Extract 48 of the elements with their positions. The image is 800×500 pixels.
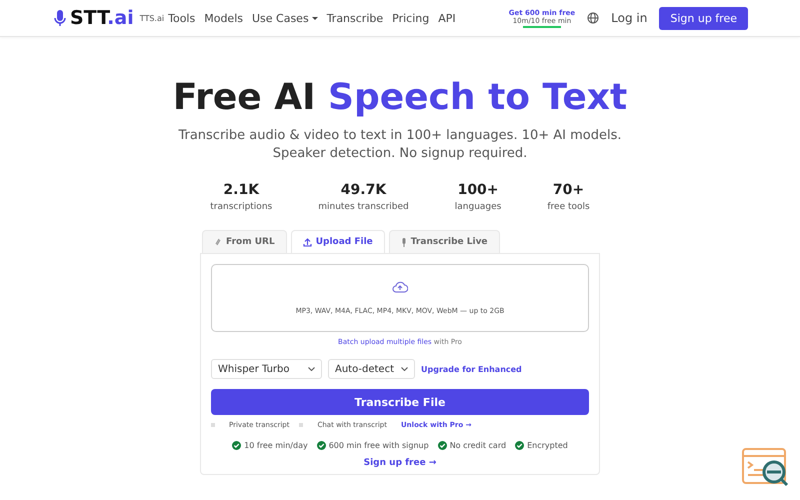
feature-text: Encrypted xyxy=(527,441,568,450)
check-icon xyxy=(316,441,326,450)
signup-button[interactable]: Sign up free xyxy=(659,6,748,30)
upload-icon xyxy=(302,238,312,246)
nav-link[interactable]: Tools xyxy=(168,12,196,24)
stat-value: 2.1K xyxy=(223,182,260,198)
hero-title: Free AI Speech to Text xyxy=(172,77,628,119)
stat-label: minutes transcribed xyxy=(318,202,409,212)
usage-underline xyxy=(522,26,561,28)
transcribe-button[interactable]: Transcribe File xyxy=(211,389,589,415)
cloud-upload-icon xyxy=(392,281,408,293)
globe-icon[interactable] xyxy=(587,12,600,24)
feature-text: No credit card xyxy=(450,441,506,450)
stat-value: 49.7K xyxy=(340,182,386,198)
feature-text: 10 free min/day xyxy=(244,441,308,450)
chevron-down-icon xyxy=(401,367,408,371)
link-icon xyxy=(214,238,222,246)
nav-link[interactable]: Use Cases xyxy=(252,12,318,24)
dropdown-select[interactable]: Auto-detect xyxy=(328,359,415,379)
upgrade-link[interactable]: Upgrade for Enhanced xyxy=(421,364,522,374)
feature-text: 600 min free with signup xyxy=(328,441,429,450)
nav-link[interactable]: API xyxy=(438,12,456,24)
nav-link[interactable]: Models xyxy=(204,12,243,24)
stat-label: languages xyxy=(454,202,502,212)
dropdown-select[interactable]: Whisper Turbo xyxy=(211,359,322,379)
tab[interactable]: Upload File xyxy=(290,230,385,253)
checkbox[interactable] xyxy=(211,423,215,427)
nav-link[interactable]: Pricing xyxy=(392,12,430,24)
nav-link[interactable]: Transcribe xyxy=(326,12,384,24)
check-icon xyxy=(438,441,447,450)
signup-link[interactable]: Sign up free → xyxy=(364,458,436,468)
chevron-down-icon xyxy=(308,367,315,371)
checkbox[interactable] xyxy=(299,423,304,427)
stat-value: 100+ xyxy=(458,182,499,198)
microphone-icon xyxy=(400,238,407,246)
tab[interactable]: Transcribe Live xyxy=(388,230,500,253)
caret-icon xyxy=(312,16,318,20)
check-icon xyxy=(515,441,524,450)
sister-site-link[interactable]: TTS.ai xyxy=(140,14,164,22)
login-link[interactable]: Log in xyxy=(611,11,648,25)
microphone-icon xyxy=(54,10,66,26)
check-icon xyxy=(232,441,242,450)
stat-label: transcriptions xyxy=(210,202,272,212)
stat-value: 70+ xyxy=(552,182,584,198)
logo-text[interactable]: STT.ai xyxy=(70,7,134,29)
hero-subtitle: Transcribe audio & video to text in 100+ languages. 10+ AI models. Speaker detection. No signup required. xyxy=(177,127,623,163)
tab[interactable]: From URL xyxy=(202,230,287,253)
stat-label: free tools xyxy=(547,202,590,212)
